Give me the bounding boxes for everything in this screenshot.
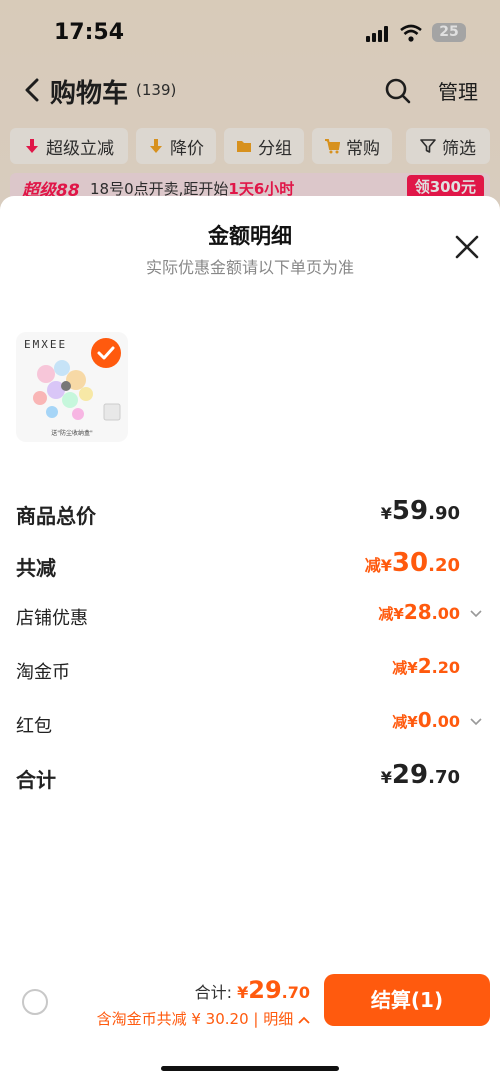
row-label: 商品总价 (16, 504, 96, 528)
row-subtotal: 商品总价 ¥59.90 (16, 496, 484, 530)
sheet-subtitle: 实际优惠金额请以下单页为准 (145, 258, 354, 277)
row-taojinbi: 淘金币 减¥2.20 (16, 654, 484, 688)
row-value: 减¥2.20 (392, 654, 460, 678)
product-thumbnail[interactable]: EMXEE 送"防尘收纳盒" (16, 332, 128, 442)
row-label: 淘金币 (16, 662, 70, 683)
row-label: 共减 (16, 556, 56, 580)
row-value: ¥29.70 (380, 760, 460, 790)
selected-check-icon[interactable] (91, 338, 121, 368)
home-indicator (161, 1066, 339, 1071)
row-label: 合计 (16, 768, 56, 792)
checkout-button[interactable]: 结算(1) (324, 974, 490, 1026)
footer-total: 合计: ¥29.70 (194, 976, 310, 1004)
sheet-title: 金额明细 (208, 224, 292, 248)
row-value: ¥59.90 (380, 496, 460, 526)
chevron-down-icon[interactable] (470, 718, 482, 726)
row-label: 红包 (16, 716, 52, 737)
row-value: 减¥28.00 (378, 600, 460, 624)
row-label: 店铺优惠 (16, 608, 88, 629)
row-total: 合计 ¥29.70 (16, 760, 484, 794)
chevron-down-icon[interactable] (470, 610, 482, 618)
row-value: 减¥0.00 (392, 708, 460, 732)
row-value: 减¥30.20 (364, 548, 460, 578)
chevron-up-icon (298, 1016, 310, 1024)
row-total-discount: 共减 减¥30.20 (16, 548, 484, 582)
select-all-checkbox[interactable] (22, 989, 48, 1015)
row-shop-discount[interactable]: 店铺优惠 减¥28.00 (16, 600, 484, 634)
row-red-packet[interactable]: 红包 减¥0.00 (16, 708, 484, 742)
amount-detail-sheet: 金额明细 实际优惠金额请以下单页为准 EMXEE 送"防尘收纳盒" 商品总价 ¥… (0, 196, 500, 1082)
close-icon[interactable] (454, 234, 480, 260)
product-caption: 送"防尘收纳盒" (51, 430, 93, 437)
checkout-footer: 合计: ¥29.70 含淘金币共减 ¥ 30.20 | 明细 结算(1) (0, 970, 500, 1082)
discount-detail-link[interactable]: 含淘金币共减 ¥ 30.20 | 明细 (97, 1008, 310, 1029)
